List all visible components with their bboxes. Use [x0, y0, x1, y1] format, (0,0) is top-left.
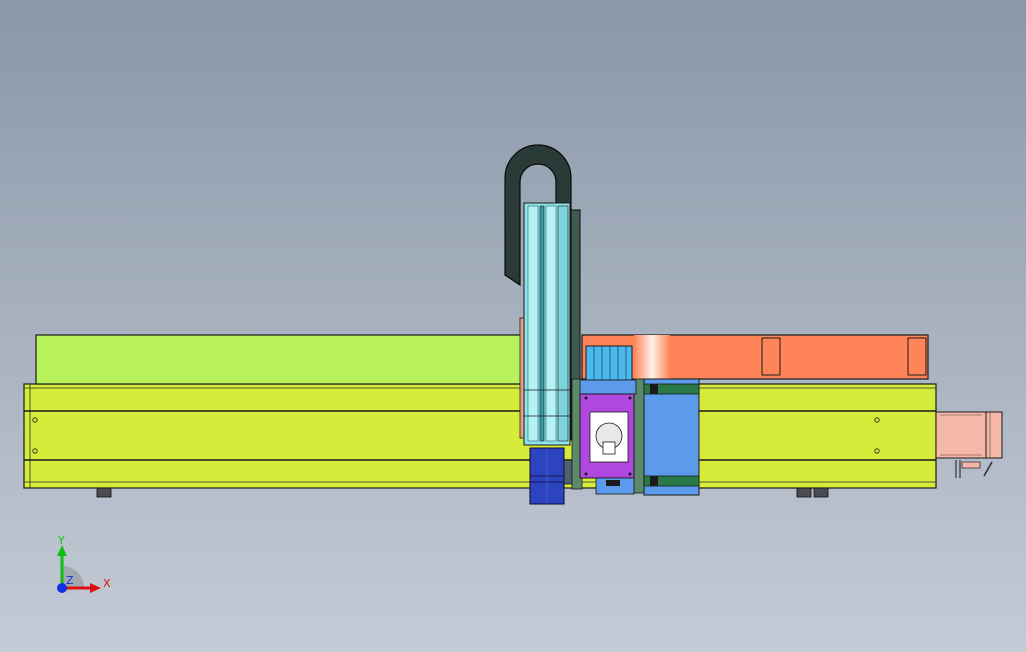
x-axis-label: X [103, 577, 111, 590]
z-axis-column[interactable] [523, 202, 571, 446]
z-axis-label: Z [66, 574, 74, 587]
upper-rail[interactable] [35, 334, 527, 385]
cad-viewport[interactable]: X Y Z [0, 0, 1026, 652]
carriage-block[interactable] [643, 378, 700, 496]
y-axis-label: Y [57, 534, 65, 547]
orange-beam[interactable] [581, 334, 929, 380]
drive-pulley[interactable] [585, 345, 633, 381]
orientation-triad: X Y Z [57, 534, 111, 593]
servo-motor[interactable] [935, 411, 1003, 478]
leveling-feet[interactable] [96, 487, 829, 498]
base-frame[interactable] [23, 383, 937, 489]
motor-mount-plate[interactable] [579, 379, 637, 495]
